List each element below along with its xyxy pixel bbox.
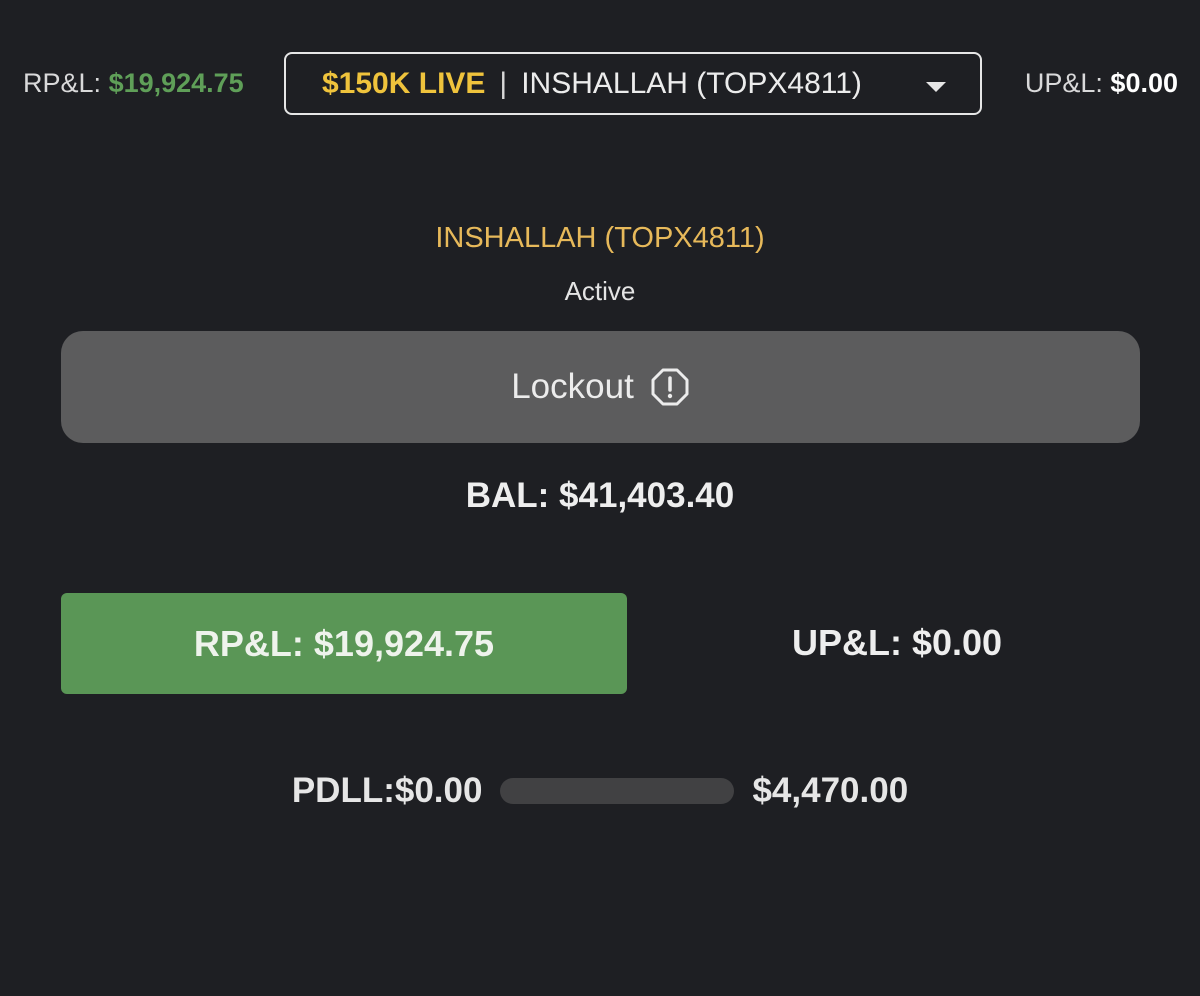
header-rpl: RP&L: $19,924.75 <box>23 68 244 99</box>
pdll-label: PDLL:$0.00 <box>291 771 483 810</box>
top-bar: RP&L: $19,924.75 $150K LIVE | INSHALLAH … <box>0 0 1200 170</box>
chevron-down-icon <box>926 82 946 92</box>
upl-value: UP&L: $0.00 <box>791 622 1003 663</box>
header-rpl-label: RP&L: <box>23 68 102 98</box>
lockout-button[interactable]: Lockout <box>61 331 1140 443</box>
account-plan: $150K LIVE <box>322 66 486 100</box>
alert-octagon-icon <box>650 367 690 407</box>
header-rpl-value: $19,924.75 <box>108 68 244 98</box>
account-separator: | <box>499 66 508 100</box>
pdll-row: PDLL:$0.00 $4,470.00 <box>0 768 1200 814</box>
account-select-name: INSHALLAH (TOPX4811) <box>521 66 862 100</box>
account-name: INSHALLAH (TOPX4811) <box>435 222 765 254</box>
pdll-limit: $4,470.00 <box>752 771 909 810</box>
header-upl-label: UP&L: <box>1024 68 1103 98</box>
account-status: Active <box>564 276 636 306</box>
lockout-label: Lockout <box>511 367 634 406</box>
account-select[interactable]: $150K LIVE | INSHALLAH (TOPX4811) <box>284 52 982 115</box>
header-upl: UP&L: $0.00 <box>1025 68 1178 99</box>
balance: BAL: $41,403.40 <box>465 476 735 515</box>
rpl-button[interactable]: RP&L: $19,924.75 <box>61 593 627 694</box>
pdll-progress-bar <box>500 778 735 804</box>
header-upl-value: $0.00 <box>1110 68 1178 98</box>
